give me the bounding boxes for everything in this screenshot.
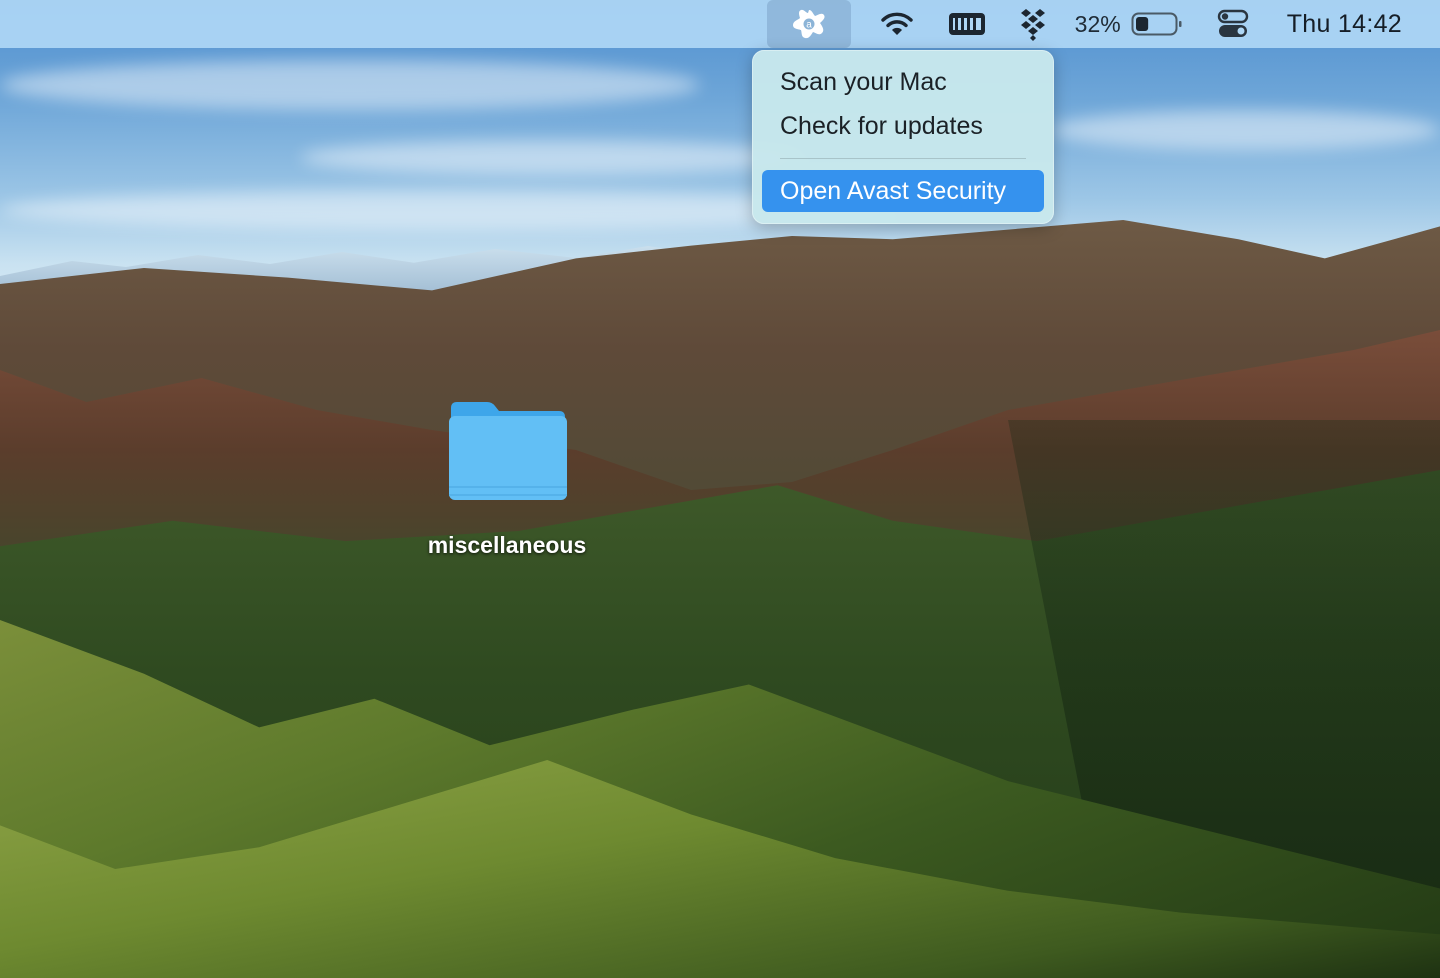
avast-icon: a	[792, 9, 825, 39]
battery-percentage[interactable]: 32%	[1075, 0, 1121, 48]
battery-level-fill	[1135, 17, 1148, 31]
avast-menu: Scan your Mac Check for updates Open Ava…	[752, 50, 1054, 224]
battery-icon	[1131, 12, 1182, 36]
dropbox-icon	[1020, 9, 1045, 41]
menu-item-scan-your-mac[interactable]: Scan your Mac	[762, 61, 1044, 103]
control-center-icon	[1217, 9, 1248, 37]
wallpaper-cloud	[300, 140, 800, 175]
menubar-battery-button[interactable]	[1129, 0, 1185, 48]
menubar-control-center-button[interactable]	[1211, 0, 1255, 48]
menu-item-check-for-updates[interactable]: Check for updates	[762, 105, 1044, 147]
folder-icon	[449, 402, 567, 500]
menubar-dropbox-button[interactable]	[1013, 0, 1053, 48]
wallpaper-cloud	[1050, 110, 1440, 150]
desktop-icon-label: miscellaneous	[427, 532, 587, 558]
menubar-clock[interactable]: Thu 14:42	[1287, 0, 1402, 48]
menubar-wifi-button[interactable]	[865, 0, 929, 48]
desktop-folder-miscellaneous[interactable]: miscellaneous	[412, 398, 602, 564]
menu-bar: a 32% Thu 14:42	[0, 0, 1440, 48]
desktop-wallpaper	[0, 0, 1440, 978]
wallpaper-cloud	[0, 60, 700, 110]
menu-separator	[780, 158, 1026, 159]
menubar-memory-button[interactable]	[939, 0, 995, 48]
memory-icon	[948, 13, 985, 35]
menu-item-open-avast-security[interactable]: Open Avast Security	[762, 170, 1044, 212]
menubar-avast-button[interactable]: a	[766, 0, 851, 48]
svg-text:a: a	[806, 20, 812, 31]
wifi-icon	[880, 12, 913, 35]
